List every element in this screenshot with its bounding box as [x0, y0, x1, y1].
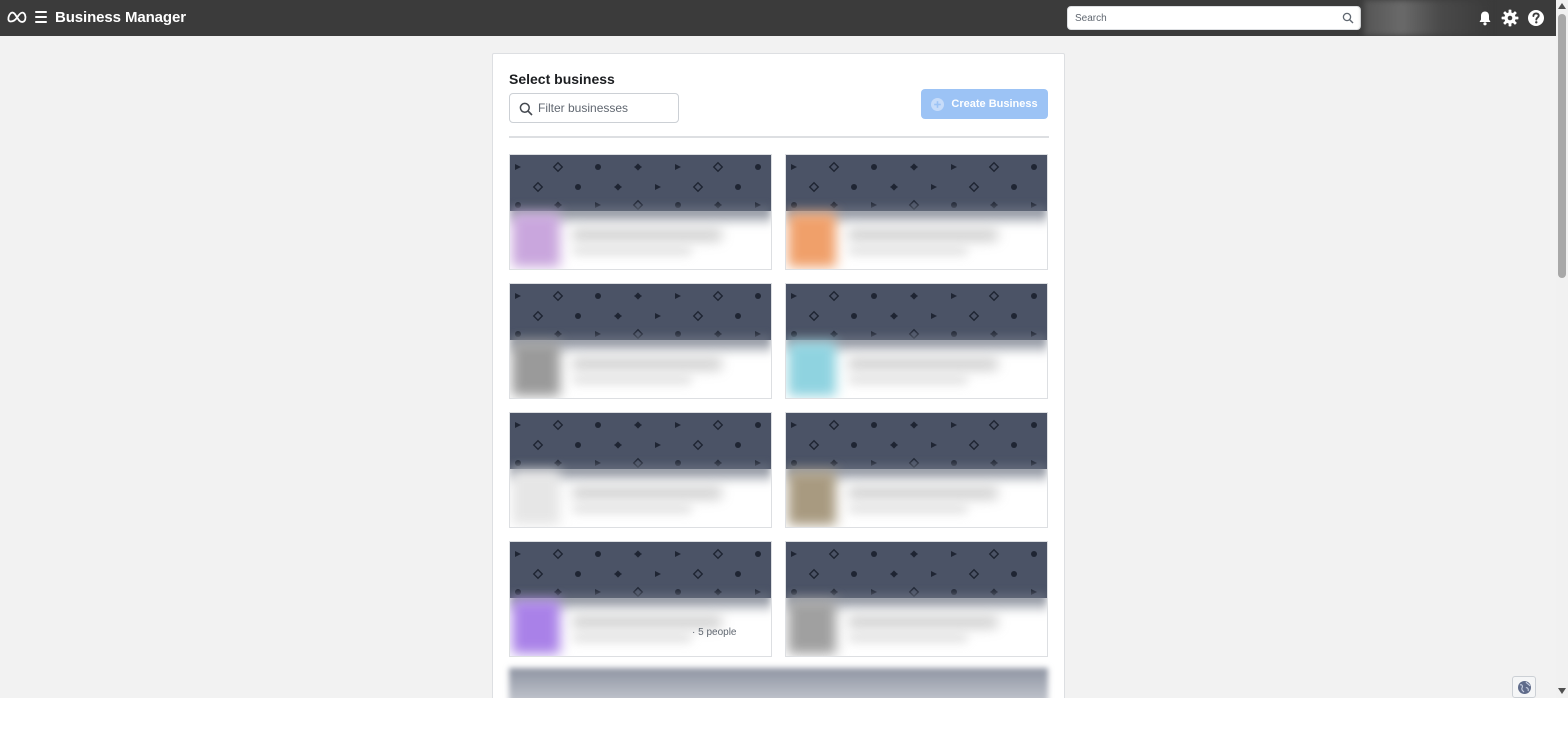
business-avatar — [788, 471, 836, 525]
business-name-redacted — [848, 229, 998, 241]
business-meta-redacted — [848, 505, 968, 513]
filter-businesses-input[interactable] — [538, 98, 674, 118]
app-title[interactable]: Business Manager — [55, 9, 186, 26]
business-name-redacted — [572, 487, 722, 499]
language-button[interactable] — [1512, 676, 1536, 698]
business-meta-redacted — [572, 634, 692, 642]
business-meta-redacted — [572, 376, 692, 384]
business-avatar — [512, 471, 560, 525]
bottom-area — [0, 698, 1568, 744]
global-search-input[interactable] — [1068, 7, 1328, 29]
scroll-up-arrow-icon[interactable] — [1558, 3, 1566, 9]
business-card[interactable] — [509, 154, 772, 270]
business-card[interactable] — [509, 412, 772, 528]
business-name-redacted — [572, 358, 722, 370]
card-body — [510, 465, 771, 527]
meta-logo-icon[interactable] — [7, 10, 27, 24]
scroll-thumb[interactable] — [1558, 14, 1566, 278]
scroll-down-arrow-icon[interactable] — [1558, 688, 1566, 694]
card-banner — [510, 542, 771, 598]
global-search[interactable] — [1067, 6, 1361, 30]
card-body — [510, 207, 771, 269]
card-banner — [786, 542, 1047, 598]
business-avatar — [512, 600, 560, 654]
card-banner — [510, 155, 771, 211]
business-card[interactable] — [785, 412, 1048, 528]
card-banner — [510, 413, 771, 469]
card-body — [786, 465, 1047, 527]
card-banner — [510, 284, 771, 340]
business-name-redacted — [848, 358, 998, 370]
card-body — [786, 336, 1047, 398]
menu-icon[interactable] — [35, 11, 47, 24]
business-name-redacted — [848, 616, 998, 628]
card-body: · 5 people — [510, 594, 771, 656]
panel-title: Select business — [509, 71, 615, 87]
panel-divider — [509, 136, 1049, 138]
business-meta-redacted — [572, 505, 692, 513]
gear-icon[interactable] — [1501, 9, 1519, 27]
business-avatar — [788, 342, 836, 396]
card-banner — [786, 284, 1047, 340]
business-name-redacted — [572, 229, 722, 241]
plus-circle-icon — [931, 97, 945, 111]
business-name-redacted — [848, 487, 998, 499]
business-card[interactable] — [785, 154, 1048, 270]
filter-businesses[interactable] — [509, 93, 679, 123]
search-icon[interactable] — [1342, 12, 1354, 24]
business-card[interactable] — [785, 283, 1048, 399]
card-body — [786, 594, 1047, 656]
business-avatar — [512, 213, 560, 267]
business-meta-redacted — [848, 634, 968, 642]
globe-icon — [1518, 681, 1531, 694]
business-card[interactable] — [509, 283, 772, 399]
card-body — [786, 207, 1047, 269]
business-card[interactable] — [785, 541, 1048, 657]
business-avatar — [788, 213, 836, 267]
business-avatar — [788, 600, 836, 654]
help-icon[interactable] — [1527, 9, 1545, 27]
create-business-button[interactable]: Create Business — [921, 89, 1048, 119]
business-card[interactable]: · 5 people — [509, 541, 772, 657]
business-meta-redacted — [848, 247, 968, 255]
card-banner — [786, 155, 1047, 211]
create-business-label: Create Business — [951, 98, 1038, 110]
page-scrollbar[interactable] — [1556, 0, 1568, 698]
top-bar: Business Manager — [0, 0, 1556, 36]
people-count: · 5 people — [692, 627, 737, 638]
search-icon — [519, 102, 533, 116]
business-meta-redacted — [848, 376, 968, 384]
bell-icon[interactable] — [1478, 10, 1492, 26]
business-meta-redacted — [572, 247, 692, 255]
business-avatar — [512, 342, 560, 396]
business-manager-page: Business Manager Search Select business … — [0, 0, 1568, 744]
card-banner — [786, 413, 1047, 469]
account-switcher[interactable] — [1364, 0, 1490, 36]
card-body — [510, 336, 771, 398]
